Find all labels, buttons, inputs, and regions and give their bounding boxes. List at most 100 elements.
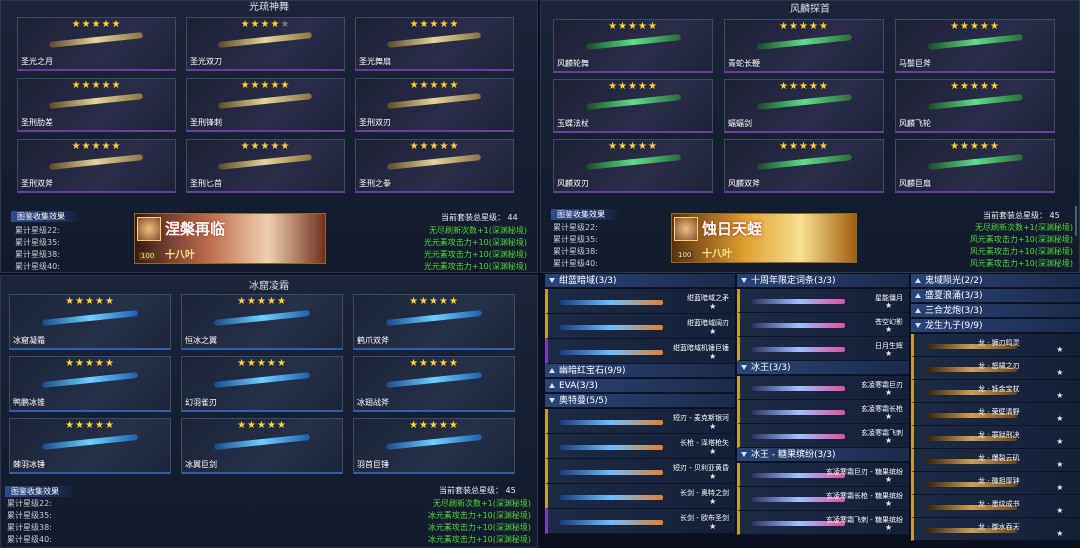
panel-guangshu: 光疏神舞 ★★★★★ 圣光之月 ★★★★★ 圣光双刀 ★★★★★ 圣光舞扇 ★★★★★ 圣刑肋…	[0, 0, 538, 273]
group-header[interactable]: 龙生九子(9/9)	[911, 319, 1080, 333]
weapon-card[interactable]: ★★★★★ 圣光舞扇	[355, 17, 514, 71]
list-item[interactable]: 长枪 - 泽塔枪矢 ★	[545, 434, 735, 459]
weapon-card[interactable]: ★★★★★ 风麟巨扇	[895, 139, 1055, 193]
weapon-image	[218, 32, 313, 49]
item-name: 绀蓝暗域之矛	[687, 294, 729, 302]
list-item[interactable]: 绀蓝暗域之矛 ★	[545, 289, 735, 314]
group-header[interactable]: 冰王 - 糖果缤纷(3/3)	[737, 448, 909, 462]
weapon-image	[585, 94, 681, 111]
weapon-card[interactable]: ★★★★★ 圣光双刀	[186, 17, 345, 71]
list-item[interactable]: 龙 · 爆裂云矶 ★	[911, 449, 1080, 472]
weapon-image	[585, 34, 681, 51]
group-header[interactable]: 十周年限定词条(3/3)	[737, 274, 909, 288]
weapon-card[interactable]: ★★★★★ 风麟轮舞	[553, 19, 713, 73]
weapon-card[interactable]: ★★★★★ 圣刑双刃	[355, 78, 514, 132]
list-item[interactable]: 长剑 - 欧布圣剑 ★	[545, 509, 735, 534]
list-item[interactable]: 苍空幻影 ★	[737, 313, 909, 337]
list-item[interactable]: 短刃 - 贝利亚黄昏 ★	[545, 459, 735, 484]
item-name: 龙 · 铄金宝杖	[978, 385, 1020, 393]
banner-shiri[interactable]: 蚀日天蛭 100 十八叶	[671, 213, 857, 263]
list-item[interactable]: 日月生辉 ★	[737, 337, 909, 361]
list-item[interactable]: 长剑 - 奥特之剑 ★	[545, 484, 735, 509]
star-icon: ★	[709, 352, 717, 361]
group-header[interactable]: EVA(3/3)	[545, 379, 735, 393]
weapon-name: 羽首巨锤	[357, 460, 389, 469]
list-item[interactable]: 龙 · 狮刃鸣灵 ★	[911, 334, 1080, 357]
weapon-card[interactable]: ★★★★★ 圣刑双斧	[17, 139, 176, 193]
scrollbar[interactable]	[1075, 206, 1077, 236]
weapon-card[interactable]: ★★★★★ 风麟双刃	[553, 139, 713, 193]
bonus-label: 累计星级22:	[553, 223, 598, 232]
weapon-card[interactable]: ★★★★★ 羽首巨锤	[353, 418, 515, 474]
list-item[interactable]: 龙 · 微担厚钟 ★	[911, 472, 1080, 495]
weapon-card[interactable]: ★★★★★ 鸭鹏冰锥	[9, 356, 171, 412]
list-item[interactable]: 玄凌寒霜巨刃 ★	[737, 376, 909, 400]
weapon-image	[560, 469, 663, 475]
weapon-card[interactable]: ★★★★★ 冰翅战斧	[353, 356, 515, 412]
bonus-value: 无尽刷新次数+1(深渊秘境)	[974, 223, 1073, 232]
list-item[interactable]: 玄凌寒霜巨刃 - 糖果缤纷 ★	[737, 463, 909, 487]
group-header[interactable]: 幽暗红宝石(9/9)	[545, 364, 735, 378]
weapon-card[interactable]: ★★★★★ 风麟飞轮	[895, 79, 1055, 133]
weapon-card[interactable]: ★★★★★ 冰窟凝霜	[9, 294, 171, 350]
list-item[interactable]: 玄凌寒霜长枪 - 糖果缤纷 ★	[737, 487, 909, 511]
list-item[interactable]: 短刃 - 麦克斯银河 ★	[545, 409, 735, 434]
weapon-image	[560, 349, 663, 355]
weapon-card[interactable]: ★★★★★ 圣刑肋差	[17, 78, 176, 132]
star-rating: ★★★★★	[409, 141, 460, 152]
group-header[interactable]: 绀蓝暗域(3/3)	[545, 274, 735, 288]
list-item[interactable]: 绀蓝暗域机锤巨锤 ★	[545, 339, 735, 364]
star-icon: ★	[884, 436, 893, 445]
list-item[interactable]: 星能僵月 ★	[737, 289, 909, 313]
weapon-card[interactable]: ★★★★★ 恒冰之翼	[181, 294, 343, 350]
group-header[interactable]: 盛夏浪涌(3/3)	[911, 289, 1080, 303]
weapon-card[interactable]: ★★★★★ 冰翼巨剑	[181, 418, 343, 474]
list-item[interactable]: 玄凌寒霜飞刺 - 糖果缤纷 ★	[737, 511, 909, 535]
weapon-card[interactable]: ★★★★★ 马鬃巨斧	[895, 19, 1055, 73]
group-header[interactable]: 鬼域陨光(2/2)	[911, 274, 1080, 288]
group-header[interactable]: 三合龙炮(3/3)	[911, 304, 1080, 318]
list-item[interactable]: 玄凌寒霜飞刺 ★	[737, 424, 909, 448]
weapon-card[interactable]: ★★★★★ 圣刑锋刺	[186, 78, 345, 132]
list-item[interactable]: 龙 · 墨纹成书 ★	[911, 495, 1080, 518]
weapon-card[interactable]: ★★★★★ 鹤爪双斧	[353, 294, 515, 350]
list-item[interactable]: 龙 · 罪狱刑决 ★	[911, 426, 1080, 449]
item-name: 龙 · 墨纹成书	[978, 500, 1020, 508]
item-name: 短刃 - 贝利亚黄昏	[673, 464, 729, 472]
star-rating: ★★★★★	[409, 19, 460, 30]
list-column-3: 鬼域陨光(2/2) 盛夏浪涌(3/3) 三合龙炮(3/3) 龙生九子(9/9) 龙 · …	[911, 274, 1080, 548]
weapon-card[interactable]: ★★★★★ 蝠蝠剑	[724, 79, 884, 133]
bonus-label: 累计星级22:	[7, 499, 52, 508]
list-item[interactable]: 绀蓝暗域阔刃 ★	[545, 314, 735, 339]
banner-niepan[interactable]: 涅槃再临 100 十八叶	[134, 213, 326, 264]
weapon-name: 冰翼巨剑	[185, 460, 217, 469]
weapon-image	[560, 494, 663, 500]
weapon-card[interactable]: ★★★★★ 风麟双斧	[724, 139, 884, 193]
weapon-name: 风麟巨扇	[899, 179, 931, 188]
weapon-image	[41, 434, 139, 451]
star-icon: ★	[1056, 506, 1064, 515]
weapon-name: 风麟双斧	[728, 179, 760, 188]
group-header[interactable]: 奥特曼(5/5)	[545, 394, 735, 408]
list-item[interactable]: 龙 · 怒啸之刃 ★	[911, 357, 1080, 380]
list-item[interactable]: 龙 · 荣壁清野 ★	[911, 403, 1080, 426]
weapon-card[interactable]: ★★★★★ 圣刑之拳	[355, 139, 514, 193]
weapon-image	[560, 519, 663, 525]
weapon-card[interactable]: ★★★★★ 棘羽冰锤	[9, 418, 171, 474]
weapon-card[interactable]: ★★★★★ 玉蝶法杖	[553, 79, 713, 133]
list-item[interactable]: 玄凌寒霜长枪 ★	[737, 400, 909, 424]
list-item[interactable]: 龙 · 铄金宝杖 ★	[911, 380, 1080, 403]
star-rating: ★★★★★	[237, 296, 287, 307]
bonus-value: 风元素攻击力+10(深渊秘境)	[969, 235, 1073, 244]
weapon-card[interactable]: ★★★★★ 青蛇长鞭	[724, 19, 884, 73]
group-header[interactable]: 冰王(3/3)	[737, 361, 909, 375]
panel-binghu: 冰窟凌霜 ★★★★★ 冰窟凝霜 ★★★★★ 恒冰之翼 ★★★★★ 鹤爪双斧 ★★★★★ 鸭鹏冰…	[0, 275, 538, 548]
weapon-name: 鹤爪双斧	[357, 336, 389, 345]
weapon-card[interactable]: ★★★★★ 圣光之月	[17, 17, 176, 71]
weapon-card[interactable]: ★★★★★ 圣刑匕首	[186, 139, 345, 193]
item-name: 长剑 - 欧布圣剑	[680, 514, 729, 522]
list-item[interactable]: 龙 · 御水吞天 ★	[911, 518, 1080, 541]
bonus-value: 光元素攻击力+10(深渊秘境)	[423, 262, 527, 271]
weapon-card[interactable]: ★★★★★ 幻羽雀刃	[181, 356, 343, 412]
weapon-image	[385, 434, 483, 451]
